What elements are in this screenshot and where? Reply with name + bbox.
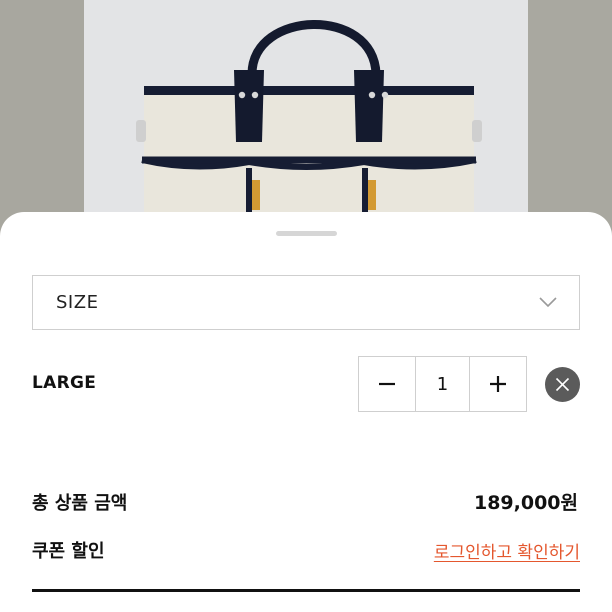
- login-to-check-link[interactable]: 로그인하고 확인하기: [434, 538, 580, 563]
- decrement-button[interactable]: [359, 357, 415, 411]
- size-select[interactable]: SIZE: [32, 275, 580, 330]
- chevron-down-icon: [539, 297, 557, 308]
- size-select-label: SIZE: [56, 292, 99, 313]
- remove-option-button[interactable]: [545, 367, 580, 402]
- image-backdrop-right: [528, 0, 612, 240]
- coupon-discount-label: 쿠폰 할인: [32, 541, 105, 562]
- total-price-value: 189,000원: [473, 492, 578, 514]
- sheet-drag-handle[interactable]: [276, 231, 337, 236]
- canvas-tote-bag-image: [84, 0, 528, 240]
- summary-divider: [32, 589, 580, 592]
- plus-icon: [490, 376, 506, 392]
- option-bottom-sheet: SIZE LARGE 1 총 상품 금액 189,000원 쿠폰 할인 로그인하…: [0, 212, 612, 612]
- image-backdrop-left: [0, 0, 84, 240]
- total-price-label: 총 상품 금액: [32, 493, 128, 514]
- increment-button[interactable]: [470, 357, 526, 411]
- minus-icon: [379, 382, 395, 386]
- selected-option-name: LARGE: [32, 373, 97, 393]
- quantity-value[interactable]: 1: [415, 357, 470, 411]
- quantity-stepper: 1: [358, 356, 527, 412]
- close-icon: [555, 377, 570, 392]
